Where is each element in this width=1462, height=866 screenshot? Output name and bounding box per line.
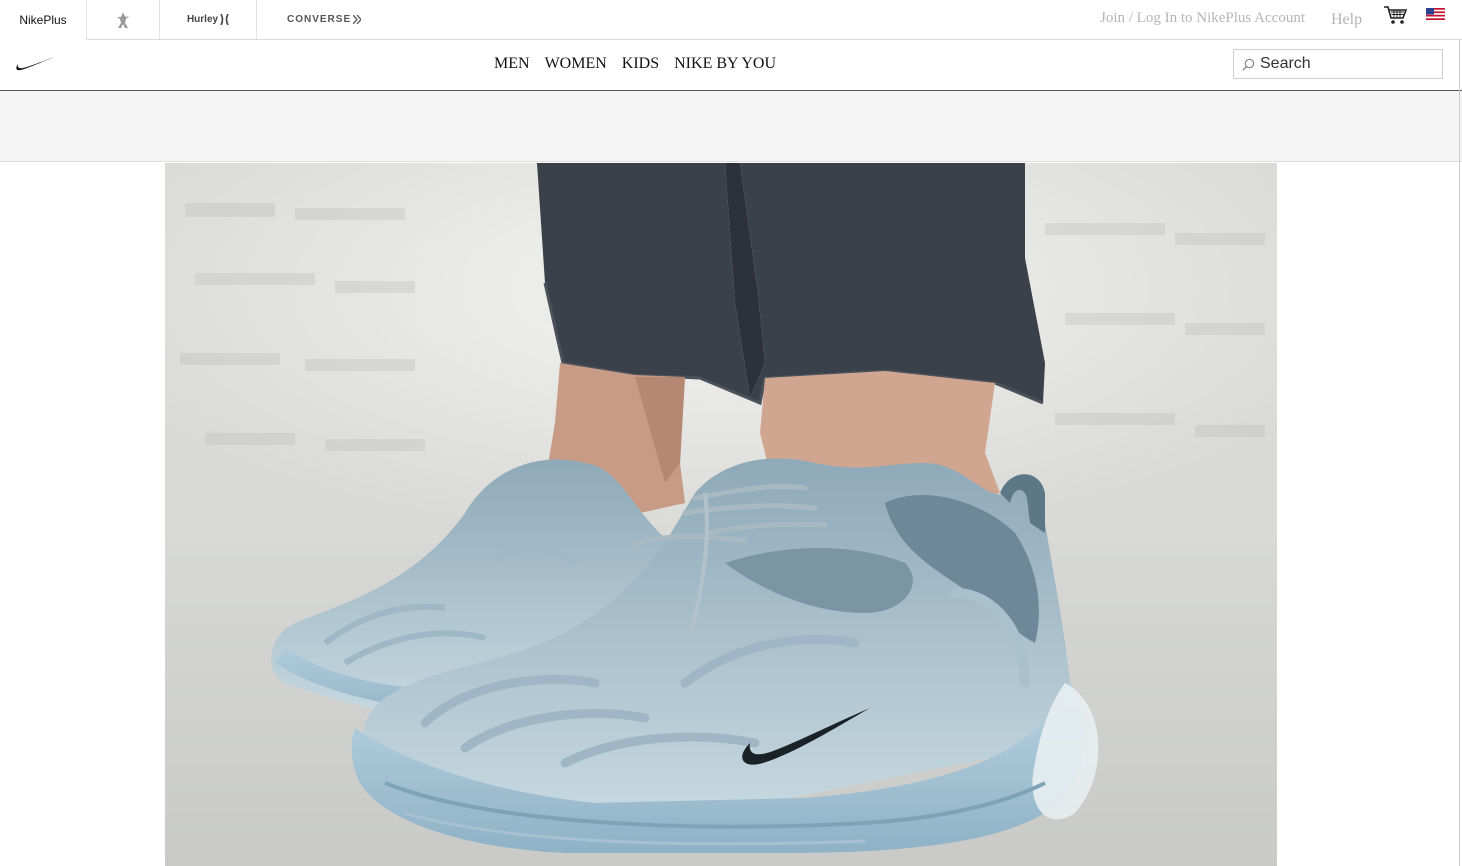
nike-swoosh-icon[interactable] xyxy=(14,57,54,72)
tab-hurley-label: Hurley xyxy=(186,14,219,25)
main-navigation: MEN WOMEN KIDS NIKE BY YOU xyxy=(0,40,1462,91)
tab-nikeplus-label: NikePlus xyxy=(19,12,67,27)
scrollbar-edge xyxy=(1459,40,1460,866)
nav-item-women[interactable]: WOMEN xyxy=(545,55,607,73)
sneaker-photo xyxy=(165,163,1277,866)
brand-bar: NikePlus Hurley CONVERSE Join / Log In t… xyxy=(0,0,1462,40)
us-flag-icon[interactable] xyxy=(1426,8,1445,20)
nav-item-men[interactable]: MEN xyxy=(494,55,530,73)
search-icon xyxy=(1242,58,1255,70)
join-login-link[interactable]: Join / Log In to NikePlus Account xyxy=(1100,10,1305,27)
tab-nikeplus[interactable]: NikePlus xyxy=(0,0,87,40)
tab-converse[interactable]: CONVERSE xyxy=(257,0,387,39)
nav-item-nike-by-you[interactable]: NIKE BY YOU xyxy=(674,55,776,73)
promo-subbar xyxy=(0,91,1462,162)
primary-menu: MEN WOMEN KIDS NIKE BY YOU xyxy=(494,55,776,73)
search-box[interactable] xyxy=(1233,49,1443,79)
jordan-jumpman-icon xyxy=(117,11,129,28)
shopping-cart-icon[interactable] xyxy=(1383,5,1407,25)
nav-item-kids[interactable]: KIDS xyxy=(622,55,659,73)
hero-sneaker-image[interactable] xyxy=(165,163,1277,866)
search-input[interactable] xyxy=(1258,54,1437,74)
help-link[interactable]: Help xyxy=(1331,11,1362,29)
converse-chevron-icon xyxy=(353,15,362,24)
tab-converse-label: CONVERSE xyxy=(287,14,352,25)
hurley-logo-icon xyxy=(220,14,229,25)
tab-hurley[interactable]: Hurley xyxy=(160,0,257,39)
tab-jordan[interactable] xyxy=(87,0,160,39)
